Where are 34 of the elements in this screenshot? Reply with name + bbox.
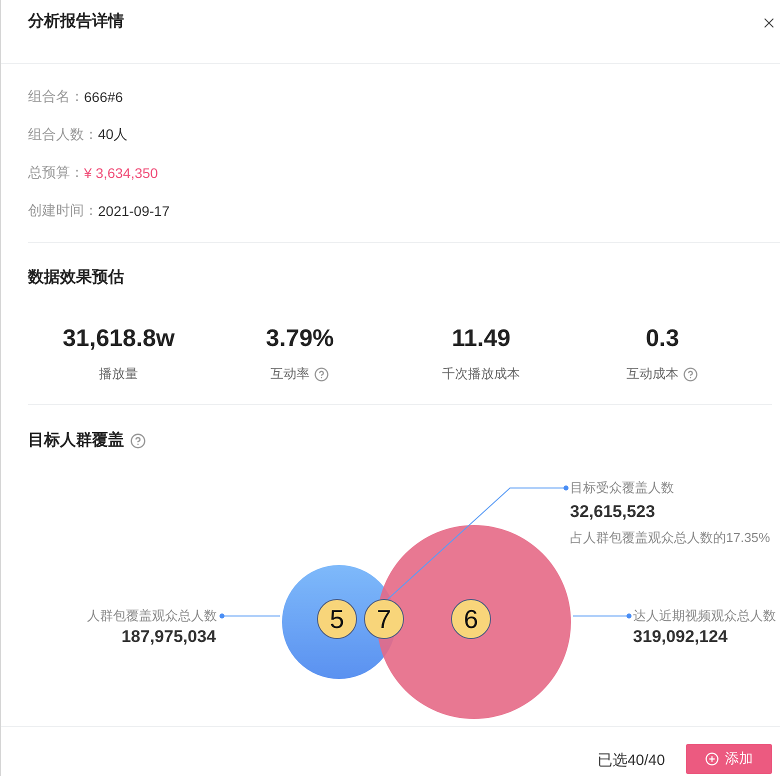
set-label: 人群包覆盖观众总人数: [87, 607, 217, 625]
metric-value: 31,618.8w: [62, 324, 175, 354]
help-icon[interactable]: [314, 366, 330, 382]
add-button[interactable]: 添加: [686, 744, 772, 774]
field-value: 40人: [98, 126, 128, 144]
leader-line: [572, 614, 632, 618]
field-value: 2021-09-17: [98, 203, 170, 219]
overlap-count: 32,615,523: [570, 501, 656, 523]
leader-line: [220, 614, 280, 618]
field-value: ¥ 3,634,350: [84, 165, 158, 181]
set-count: 319,092,124: [633, 626, 728, 648]
plus-circle-icon: [705, 752, 719, 766]
section-title: 数据效果预估: [28, 268, 124, 288]
selected-count: 已选40/40: [597, 751, 665, 771]
help-icon[interactable]: [683, 366, 698, 382]
help-icon[interactable]: [130, 433, 146, 449]
field-label: 总预算：: [28, 164, 84, 182]
set-count: 187,975,034: [121, 626, 216, 648]
metric-label: 播放量: [99, 365, 138, 383]
metric-value: 3.79%: [266, 324, 334, 354]
metric-label: 互动成本: [626, 365, 678, 383]
metric-value: 0.3: [646, 324, 680, 354]
section-title: 目标人群覆盖: [28, 430, 124, 451]
metric-value: 11.49: [452, 324, 510, 354]
overlap-share-note: 占人群包覆盖观众总人数的17.35%: [570, 529, 770, 547]
metric-label: 互动率: [270, 365, 310, 383]
overlap-label: 目标受众覆盖人数: [570, 479, 674, 497]
field-label: 组合人数：: [28, 126, 98, 144]
field-value: 666#6: [84, 89, 123, 105]
metric-label: 千次播放成本: [442, 365, 520, 383]
set-label: 达人近期视频观众总人数: [633, 607, 776, 625]
field-label: 创建时间：: [28, 202, 98, 220]
window-title: 分析报告详情: [28, 11, 124, 32]
field-label: 组合名：: [28, 88, 84, 106]
